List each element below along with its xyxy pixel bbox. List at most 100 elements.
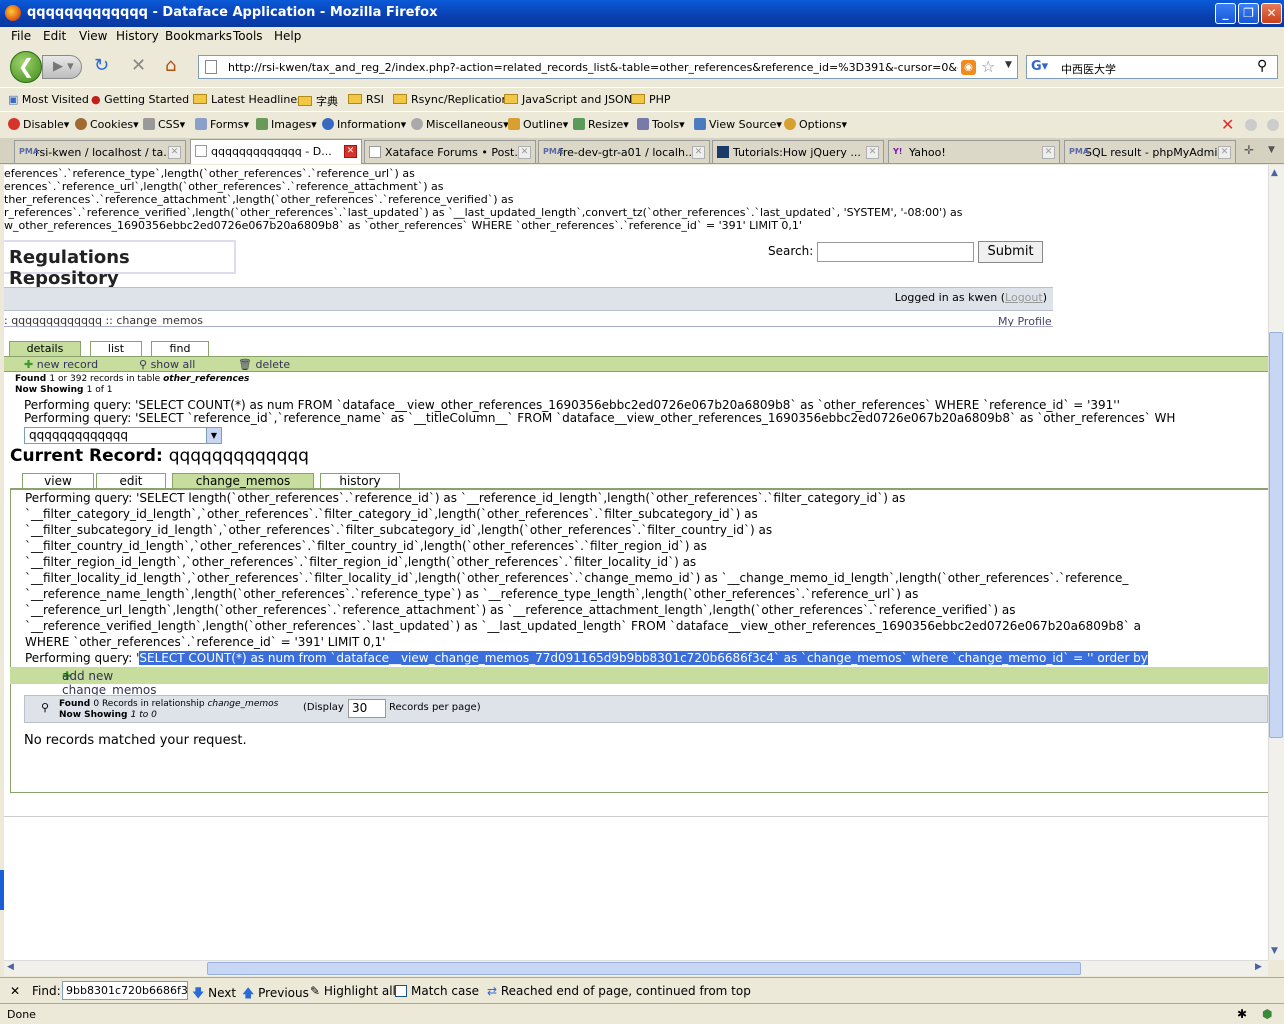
chevron-down-icon[interactable]: ▼ xyxy=(206,428,221,443)
url-text[interactable]: http://rsi-kwen/tax_and_reg_2/index.php?… xyxy=(228,61,958,74)
records-per-page-input[interactable]: 30 xyxy=(348,699,386,718)
dev-options[interactable]: Options▾ xyxy=(784,118,847,131)
dev-information[interactable]: Information▾ xyxy=(322,118,406,131)
close-tab-icon[interactable]: ✕ xyxy=(1218,146,1231,159)
dev-images[interactable]: Images▾ xyxy=(256,118,317,131)
record-select[interactable]: qqqqqqqqqqqqq ▼ xyxy=(24,427,222,444)
logout-link[interactable]: Logout xyxy=(1005,291,1043,304)
maximize-button[interactable]: ❐ xyxy=(1238,3,1259,24)
url-dropdown-icon[interactable]: ▼ xyxy=(1005,60,1012,70)
tab-list[interactable]: list xyxy=(90,341,142,356)
dev-tools[interactable]: Tools▾ xyxy=(637,118,685,131)
menu-edit[interactable]: Edit xyxy=(43,29,66,43)
vertical-scroll-thumb[interactable] xyxy=(1269,332,1283,738)
close-tab-icon[interactable]: ✕ xyxy=(168,146,181,159)
tab-xataface-forums[interactable]: Xataface Forums • Post... ✕ xyxy=(364,140,536,163)
dev-resize[interactable]: Resize▾ xyxy=(573,118,629,131)
new-tab-icon[interactable]: ✛ xyxy=(1244,143,1254,157)
tab-edit[interactable]: edit xyxy=(96,473,166,489)
bookmark-javascript-json[interactable]: JavaScript and JSON xyxy=(504,93,632,106)
menu-help[interactable]: Help xyxy=(274,29,301,43)
bookmark-star-icon[interactable]: ☆ xyxy=(981,57,995,76)
bookmark-php[interactable]: PHP xyxy=(631,93,671,106)
bookmark-rsync[interactable]: Rsync/Replication xyxy=(393,93,508,106)
highlight-all-button[interactable]: ✎ Highlight all xyxy=(310,984,396,998)
new-record-button[interactable]: ✚ new record xyxy=(24,358,98,371)
scroll-up-arrow[interactable]: ▲ xyxy=(1271,168,1278,178)
bookmark-rsi[interactable]: RSI xyxy=(348,93,384,106)
dev-cookies[interactable]: Cookies▾ xyxy=(75,118,139,131)
submit-button[interactable]: Submit xyxy=(978,241,1043,263)
dev-view-source[interactable]: View Source▾ xyxy=(694,118,782,131)
tab-change-memos[interactable]: change_memos xyxy=(172,473,314,489)
url-bar[interactable]: http://rsi-kwen/tax_and_reg_2/index.php?… xyxy=(198,55,1018,79)
show-all-button[interactable]: ⚲ show all xyxy=(139,358,195,371)
horizontal-scroll-thumb[interactable] xyxy=(207,962,1081,975)
bookmark-dictionary[interactable]: 字典 xyxy=(298,93,338,109)
search-icon[interactable]: ⚲ xyxy=(1257,58,1267,74)
rss-feed-icon[interactable]: ◉ xyxy=(961,60,976,75)
close-tab-icon[interactable]: ✕ xyxy=(1042,146,1055,159)
home-icon[interactable]: ⌂ xyxy=(165,56,176,76)
minimize-button[interactable]: _ xyxy=(1215,3,1236,24)
dev-forms[interactable]: Forms▾ xyxy=(195,118,249,131)
bookmark-most-visited[interactable]: ▣ Most Visited xyxy=(8,93,89,106)
find-next-button[interactable]: 🡇 Next xyxy=(192,984,236,1005)
find-previous-button[interactable]: 🡅 Previous xyxy=(242,984,309,1005)
dev-css[interactable]: CSS▾ xyxy=(143,118,185,131)
stop-icon[interactable]: ✕ xyxy=(131,56,146,76)
tab-history[interactable]: history xyxy=(320,473,400,489)
checkbox-icon[interactable] xyxy=(395,985,407,997)
scroll-down-arrow[interactable]: ▼ xyxy=(1271,946,1278,956)
search-bar-text[interactable]: 中西医大学 xyxy=(1061,61,1116,77)
tab-details[interactable]: details xyxy=(9,341,81,356)
debug-query-line: WHERE `other_references`.`reference_id` … xyxy=(25,635,386,649)
status-bar: Done ✱ ⬢ xyxy=(0,1003,1284,1024)
close-window-button[interactable]: ✕ xyxy=(1261,3,1282,24)
match-case-checkbox[interactable]: Match case xyxy=(395,984,479,998)
menu-history[interactable]: History xyxy=(116,29,159,43)
find-highlight: SELECT COUNT(*) as num from `dataface__v… xyxy=(139,651,1148,665)
tab-view[interactable]: view xyxy=(22,473,94,489)
dev-disable[interactable]: Disable▾ xyxy=(8,118,69,131)
close-tab-icon[interactable]: ✕ xyxy=(866,146,879,159)
folder-icon xyxy=(504,94,518,104)
close-find-bar-icon[interactable]: ✕ xyxy=(10,984,20,998)
addon-icon[interactable]: ⬢ xyxy=(1262,1007,1272,1021)
scroll-right-arrow[interactable]: ▶ xyxy=(1255,962,1262,972)
close-tab-icon[interactable]: ✕ xyxy=(518,146,531,159)
tab-dataface-app[interactable]: qqqqqqqqqqqqq - D... ✕ xyxy=(190,139,362,164)
tab-list-icon[interactable]: ▼ xyxy=(1268,145,1275,155)
dev-miscellaneous[interactable]: Miscellaneous▾ xyxy=(411,118,509,131)
bookmark-getting-started[interactable]: ● Getting Started xyxy=(91,93,189,106)
forward-button[interactable]: ▶ ▾ xyxy=(42,55,82,79)
tab-find[interactable]: find xyxy=(151,341,209,356)
find-input[interactable]: 9bb8301c720b6686f3c4 xyxy=(62,981,188,1000)
menu-file[interactable]: File xyxy=(11,29,31,43)
app-logo[interactable]: Regulations Repository xyxy=(4,240,236,289)
reload-icon[interactable]: ↻ xyxy=(94,56,109,76)
phpmyadmin-icon: PMA xyxy=(1069,147,1090,156)
search-bar[interactable]: G▾ 中西医大学 ⚲ xyxy=(1026,55,1278,79)
delete-button[interactable]: 🗑 delete xyxy=(238,358,290,371)
app-title[interactable]: Regulations Repository xyxy=(9,247,234,289)
tab-jquery-tutorials[interactable]: Tutorials:How jQuery ... ✕ xyxy=(712,140,884,163)
bug-icon[interactable]: ✱ xyxy=(1237,1007,1247,1021)
dev-outline[interactable]: Outline▾ xyxy=(508,118,568,131)
tab-yahoo[interactable]: Y! Yahoo! ✕ xyxy=(888,140,1060,163)
google-icon[interactable]: G▾ xyxy=(1031,59,1048,75)
bookmark-latest-headlines[interactable]: Latest Headlines xyxy=(193,93,303,106)
close-toolbar-icon[interactable]: ✕ xyxy=(1221,115,1234,134)
back-button[interactable]: ❮ xyxy=(10,51,42,83)
menu-bookmarks[interactable]: Bookmarks xyxy=(165,29,232,43)
site-search-input[interactable] xyxy=(817,242,974,262)
tab-sql-result[interactable]: PMA SQL result - phpMyAdmi... ✕ xyxy=(1064,140,1236,163)
page-icon xyxy=(369,146,381,158)
scroll-left-arrow[interactable]: ◀ xyxy=(7,962,14,972)
tab-phpmyadmin-rsi[interactable]: PMA rsi-kwen / localhost / ta... ✕ xyxy=(14,140,186,163)
menu-tools[interactable]: Tools xyxy=(233,29,263,43)
close-tab-icon[interactable]: ✕ xyxy=(344,145,357,158)
tab-phpmyadmin-fre[interactable]: PMA fre-dev-gtr-a01 / localh... ✕ xyxy=(538,140,710,163)
menu-view[interactable]: View xyxy=(79,29,107,43)
close-tab-icon[interactable]: ✕ xyxy=(692,146,705,159)
